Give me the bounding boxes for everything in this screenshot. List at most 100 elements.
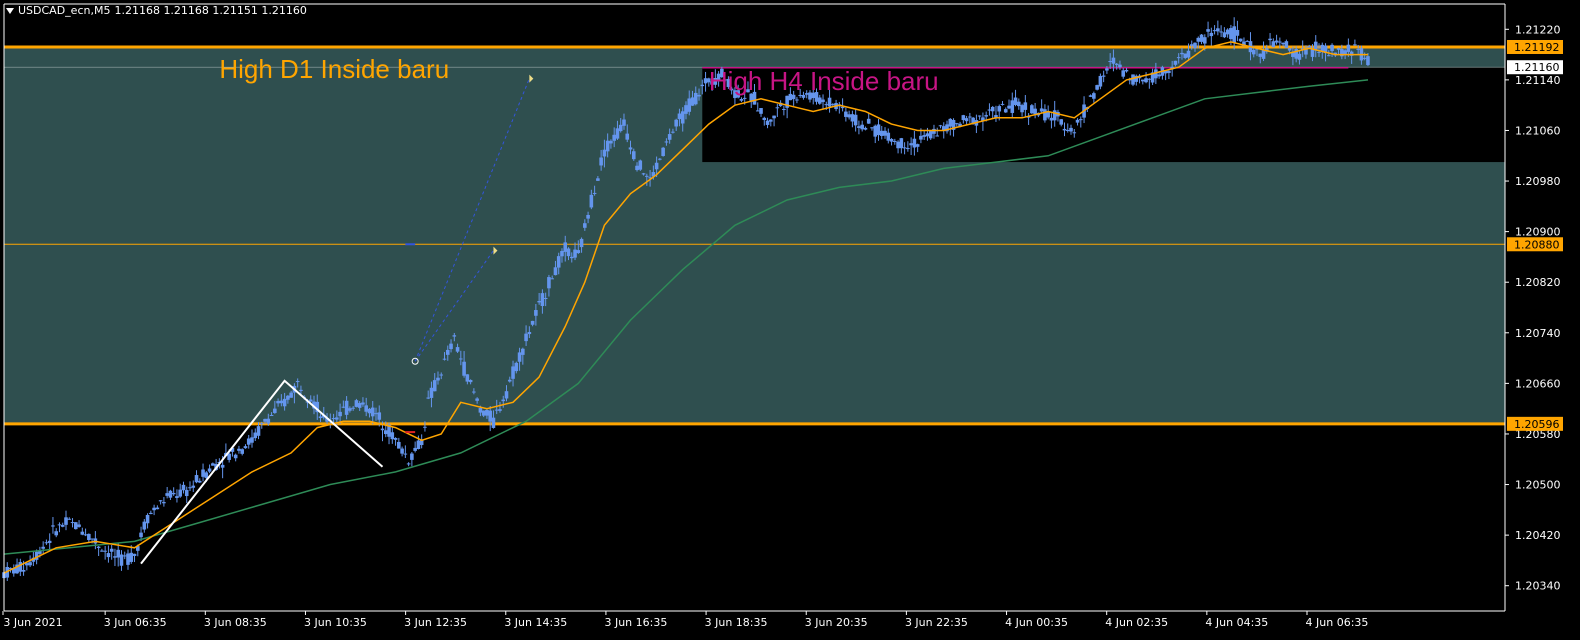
candle-body bbox=[1003, 109, 1008, 113]
candle-body bbox=[1039, 108, 1044, 112]
x-tick-label: 3 Jun 18:35 bbox=[705, 616, 768, 629]
candle-body bbox=[592, 192, 597, 194]
candle-body bbox=[364, 405, 368, 412]
candle-body bbox=[406, 463, 411, 465]
candle-body bbox=[1059, 119, 1064, 125]
candle-body bbox=[576, 250, 581, 254]
candle-body bbox=[609, 140, 613, 144]
y-tick-label: 1.20980 bbox=[1515, 175, 1561, 188]
price-label: 1.21160 bbox=[1514, 61, 1560, 74]
candle-body bbox=[769, 119, 773, 122]
candle-body bbox=[1124, 69, 1129, 72]
candle-body bbox=[383, 430, 388, 435]
candle-body bbox=[638, 160, 643, 170]
candle-body bbox=[935, 135, 940, 137]
candle-body bbox=[586, 214, 590, 219]
candle-body bbox=[246, 438, 251, 445]
candle-body bbox=[527, 331, 532, 335]
candle-body bbox=[197, 480, 202, 483]
candle-body bbox=[1121, 70, 1126, 77]
candle-body bbox=[534, 310, 538, 316]
candle-body bbox=[863, 127, 868, 130]
candle-body bbox=[126, 553, 130, 565]
candle-body bbox=[1199, 34, 1204, 42]
candle-body bbox=[739, 98, 744, 101]
candle-body bbox=[1330, 44, 1334, 52]
candle-body bbox=[674, 119, 678, 127]
candle-body bbox=[625, 133, 630, 140]
candle-body bbox=[1131, 74, 1135, 85]
candle-body bbox=[1362, 57, 1367, 59]
candle-body bbox=[1010, 100, 1015, 113]
candle-body bbox=[178, 489, 182, 497]
candle-body bbox=[847, 114, 851, 118]
x-tick-label: 3 Jun 08:35 bbox=[204, 616, 267, 629]
annotation-high-h4: High H4 Inside baru bbox=[709, 66, 939, 96]
candle-body bbox=[250, 437, 254, 443]
candle-body bbox=[547, 277, 551, 289]
candle-body bbox=[1245, 40, 1250, 42]
candle-body bbox=[1088, 95, 1093, 97]
y-tick-label: 1.20740 bbox=[1515, 327, 1561, 340]
candle-body bbox=[1232, 26, 1236, 43]
candle-body bbox=[188, 487, 192, 489]
candle-body bbox=[462, 361, 466, 376]
candle-body bbox=[57, 524, 62, 526]
candle-body bbox=[331, 418, 336, 420]
candle-body bbox=[664, 141, 669, 143]
candle-body bbox=[1209, 32, 1214, 37]
candle-body bbox=[1261, 50, 1266, 59]
candle-body bbox=[1020, 105, 1024, 113]
candle-body bbox=[416, 440, 421, 450]
candle-body bbox=[410, 453, 414, 460]
candle-body bbox=[41, 546, 45, 549]
candle-body bbox=[537, 301, 541, 303]
candle-body bbox=[1183, 53, 1188, 58]
candle-body bbox=[602, 149, 607, 157]
candle-body bbox=[233, 454, 238, 459]
candle-body bbox=[902, 147, 907, 149]
candle-body bbox=[530, 320, 535, 325]
price-label: 1.20596 bbox=[1514, 418, 1560, 431]
candle-body bbox=[51, 525, 55, 527]
candle-body bbox=[282, 398, 287, 407]
candle-body bbox=[201, 469, 205, 477]
candle-body bbox=[1206, 29, 1210, 32]
x-tick-label: 4 Jun 06:35 bbox=[1306, 616, 1369, 629]
candle-body bbox=[605, 140, 610, 152]
candle-body bbox=[162, 502, 166, 504]
candle-body bbox=[1317, 51, 1321, 53]
candle-body bbox=[860, 124, 864, 130]
candle-body bbox=[824, 104, 829, 106]
candle-body bbox=[1222, 32, 1227, 38]
candle-body bbox=[762, 117, 767, 121]
candle-body bbox=[1287, 48, 1292, 51]
candle-body bbox=[171, 492, 176, 495]
dropdown-icon[interactable] bbox=[6, 7, 14, 14]
candle-body bbox=[452, 335, 457, 337]
y-tick-label: 1.20340 bbox=[1515, 580, 1561, 593]
candle-body bbox=[879, 130, 884, 136]
candle-body bbox=[318, 416, 323, 419]
candle-body bbox=[44, 542, 49, 544]
candle-body bbox=[70, 522, 75, 524]
ohlc-label: 1.21168 1.21168 1.21151 1.21160 bbox=[114, 4, 307, 17]
y-tick-label: 1.20420 bbox=[1515, 529, 1561, 542]
candle-body bbox=[1366, 56, 1370, 66]
candle-body bbox=[1251, 49, 1256, 55]
candle-body bbox=[573, 249, 577, 258]
candle-body bbox=[354, 400, 359, 407]
candle-body bbox=[374, 413, 378, 415]
candle-body bbox=[504, 391, 509, 399]
candle-body bbox=[426, 397, 430, 399]
candle-body bbox=[1033, 108, 1037, 115]
candle-body bbox=[145, 514, 150, 524]
candle-body bbox=[543, 297, 548, 299]
candle-body bbox=[338, 411, 342, 417]
candle-body bbox=[77, 524, 81, 527]
price-chart[interactable]: High D1 Inside baru High H4 Inside baru 1.… bbox=[0, 0, 1580, 640]
candle-body bbox=[442, 358, 447, 360]
candle-body bbox=[380, 428, 385, 431]
candle-body bbox=[73, 522, 78, 530]
candle-body bbox=[308, 399, 313, 402]
